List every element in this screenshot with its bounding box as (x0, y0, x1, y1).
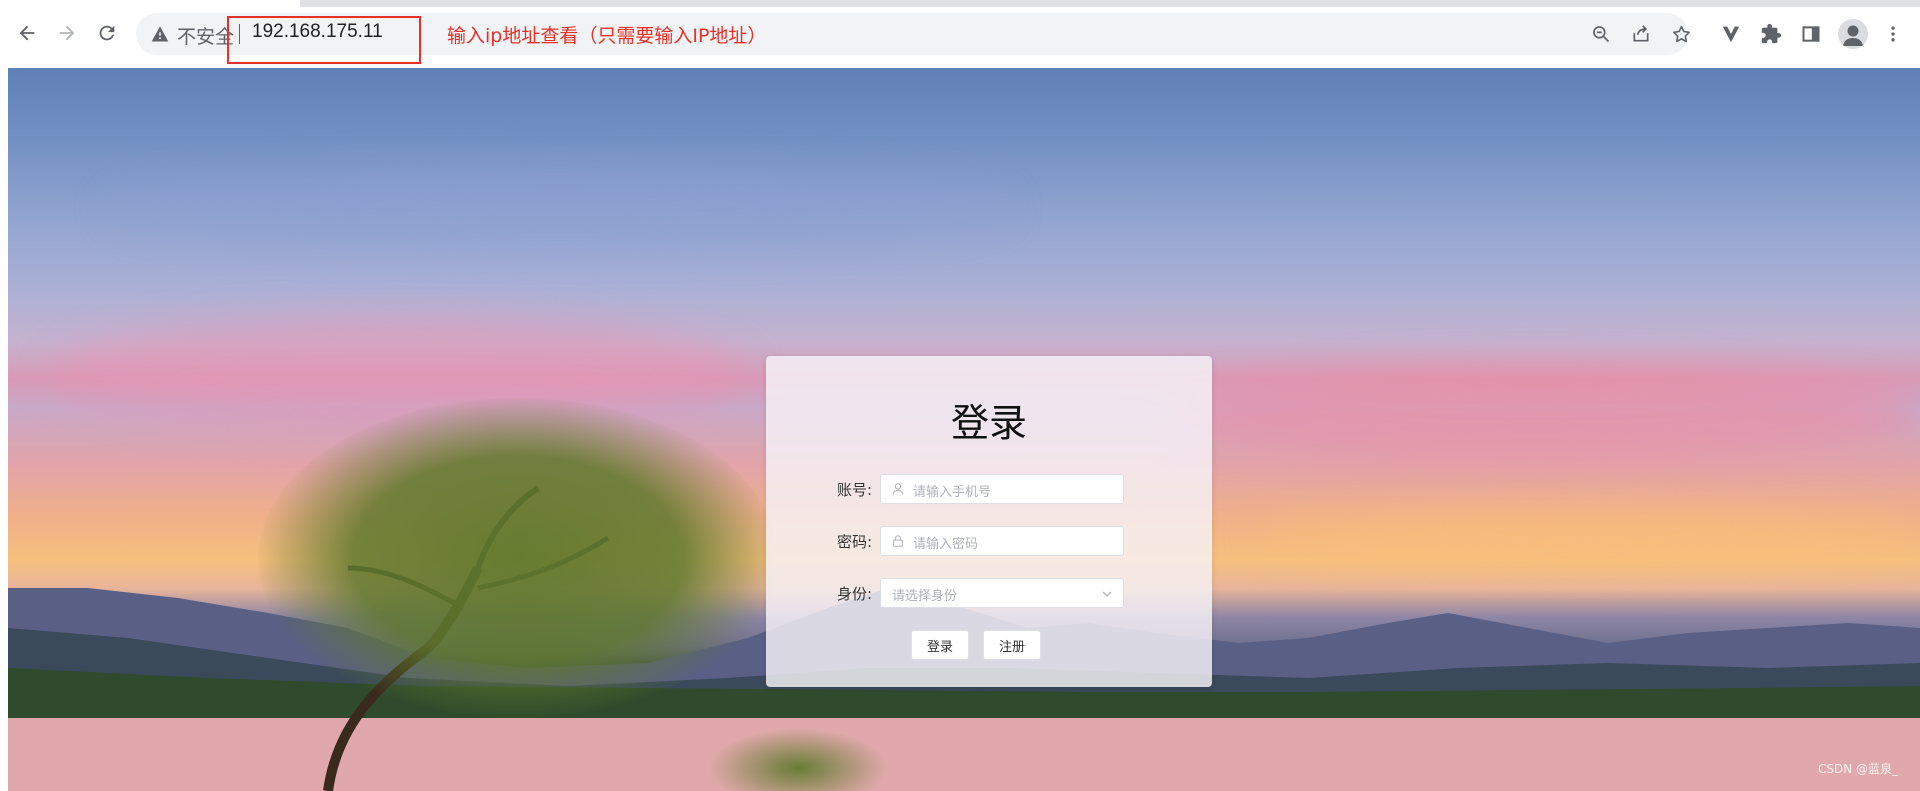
share-button[interactable] (1628, 21, 1654, 47)
zoom-out-icon (1593, 26, 1610, 43)
tree-canopy (258, 398, 778, 718)
forward-button[interactable] (50, 16, 84, 50)
login-title: 登录 (950, 401, 1027, 445)
identity-placeholder: 请选择身份 (892, 589, 958, 604)
side-panel-icon (1802, 26, 1820, 42)
password-placeholder: 请输入密码 (913, 537, 979, 552)
identity-label: 身份: (836, 585, 872, 603)
not-secure-label[interactable]: 不安全 (177, 22, 234, 49)
account-input[interactable]: 请输入手机号 (880, 474, 1124, 504)
extensions-puzzle-icon (1761, 23, 1782, 44)
back-button[interactable] (10, 16, 44, 50)
watermark: CSDN @蓝泉_ (1817, 762, 1898, 776)
user-icon (892, 483, 904, 495)
password-input[interactable]: 请输入密码 (880, 526, 1124, 556)
bookmark-star-icon (1672, 25, 1690, 42)
menu-button[interactable] (1878, 19, 1908, 49)
account-label: 账号: (836, 481, 872, 499)
vpn-extension-icon (1722, 26, 1740, 43)
forward-icon (59, 25, 75, 41)
page-background: 登录 账号: 请输入手机号 密码: 请输入密码 身份: 请选择身份 登录 注册 … (8, 68, 1920, 791)
chevron-down-icon (1102, 591, 1112, 597)
reload-icon (99, 25, 115, 41)
register-button[interactable]: 注册 (983, 630, 1041, 660)
side-panel-button[interactable] (1796, 19, 1826, 49)
annotation-text: 输入ip地址查看（只需要输入IP地址） (447, 25, 767, 47)
vpn-extension-button[interactable] (1716, 19, 1746, 49)
login-panel: 登录 账号: 请输入手机号 密码: 请输入密码 身份: 请选择身份 登录 注册 (766, 356, 1212, 687)
lock-icon (893, 535, 903, 547)
extensions-button[interactable] (1756, 19, 1786, 49)
login-button[interactable]: 登录 (911, 630, 969, 660)
tab-strip-active (0, 0, 300, 7)
browser-toolbar: 不安全 192.168.175.11 输入ip地址查看（只需要输入IP地址） (0, 0, 1920, 68)
url-highlight-box (227, 16, 421, 64)
zoom-button[interactable] (1588, 21, 1614, 47)
profile-avatar-icon[interactable] (1838, 19, 1868, 49)
warning-icon[interactable] (150, 24, 170, 44)
reload-button[interactable] (90, 16, 124, 50)
password-label: 密码: (836, 533, 872, 551)
identity-select[interactable]: 请选择身份 (880, 578, 1124, 608)
bookmark-button[interactable] (1668, 21, 1694, 47)
account-placeholder: 请输入手机号 (913, 485, 992, 500)
share-icon (1633, 25, 1649, 42)
menu-kebab-icon (1891, 26, 1895, 42)
back-icon (19, 25, 35, 41)
